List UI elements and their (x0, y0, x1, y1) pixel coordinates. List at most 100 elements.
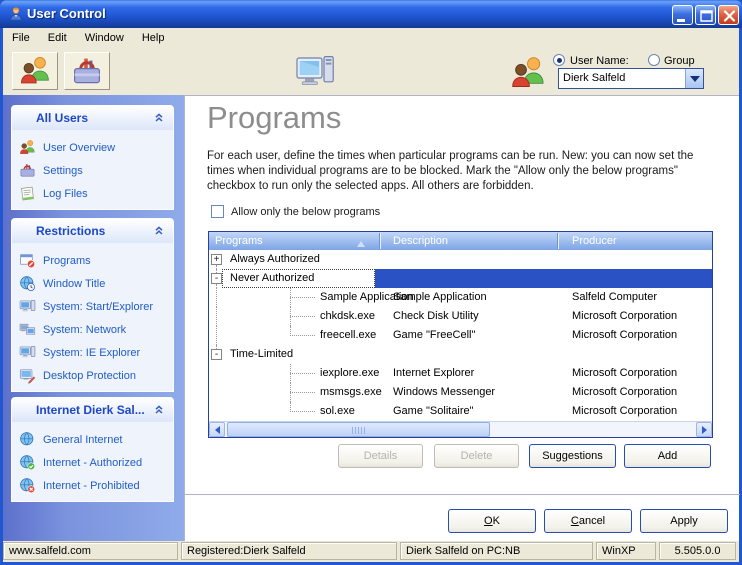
column-divider[interactable] (379, 233, 381, 249)
title-bar: User Control (0, 0, 742, 28)
status-registered: Registered:Dierk Salfeld (181, 542, 397, 560)
collapse-icon[interactable]: - (211, 273, 222, 284)
sidebar-item-log-files[interactable]: Log Files (12, 182, 173, 205)
column-header-programs[interactable]: Programs (215, 232, 263, 250)
sidebar-item-internet-prohibited[interactable]: Internet - Prohibited (12, 474, 173, 497)
page-description: For each user, define the times when par… (207, 149, 719, 194)
collapse-icon[interactable]: - (211, 349, 222, 360)
sidebar-item-internet-authorized[interactable]: Internet - Authorized (12, 451, 173, 474)
delete-button: Delete (434, 444, 519, 468)
sidebar-item-label: System: IE Explorer (43, 347, 140, 359)
toolbox-icon (70, 55, 104, 87)
table-row[interactable]: msmsgs.exeWindows MessengerMicrosoft Cor… (209, 383, 712, 402)
selection-highlight (375, 269, 712, 288)
sidebar-item-system-start-explorer[interactable]: System: Start/Explorer (12, 295, 173, 318)
scroll-left-icon[interactable] (209, 422, 225, 437)
scroll-right-icon[interactable] (696, 422, 712, 437)
user-name-radio-label[interactable]: User Name: (570, 55, 629, 67)
apply-button[interactable]: Apply (640, 509, 728, 533)
sidebar-item-window-title[interactable]: Window Title (12, 272, 173, 295)
users-toolbar-button[interactable] (12, 52, 58, 90)
group-label: Never Authorized (222, 269, 375, 288)
sidebar-item-system-network[interactable]: System: Network (12, 318, 173, 341)
table-header: Programs Description Producer (209, 232, 712, 250)
sidebar-item-label: General Internet (43, 434, 123, 446)
menubar: File Edit Window Help (3, 28, 739, 47)
user-group-icon (509, 55, 547, 91)
sidebar-panel: All Users User Overview SettingsLog Files (11, 105, 174, 210)
chevron-up-icon[interactable] (151, 405, 167, 415)
table-row[interactable]: chkdsk.exeCheck Disk UtilityMicrosoft Co… (209, 307, 712, 326)
allow-only-checkbox-label[interactable]: Allow only the below programs (231, 206, 380, 218)
close-button[interactable] (718, 5, 739, 25)
expand-icon[interactable]: + (211, 254, 222, 265)
horizontal-scrollbar[interactable] (209, 421, 712, 437)
allow-only-checkbox[interactable] (211, 205, 224, 218)
cell-producer: Microsoft Corporation (572, 402, 677, 421)
table-row[interactable]: iexplore.exeInternet ExplorerMicrosoft C… (209, 364, 712, 383)
sidebar-item-label: Internet - Prohibited (43, 480, 140, 492)
maximize-button[interactable] (695, 5, 716, 25)
cell-description: Internet Explorer (393, 364, 474, 383)
scrollbar-thumb[interactable] (227, 422, 490, 437)
window-title: User Control (27, 6, 106, 21)
logfiles-icon (19, 185, 36, 202)
cancel-button[interactable]: Cancel (544, 509, 632, 533)
sidebar-section-header[interactable]: Restrictions (12, 219, 173, 243)
minimize-button[interactable] (672, 5, 693, 25)
table-group-row[interactable]: +Always Authorized (209, 250, 712, 269)
sidebar-section-title: Restrictions (12, 224, 151, 238)
menu-edit[interactable]: Edit (39, 32, 76, 44)
sidebar-item-user-overview[interactable]: User Overview (12, 136, 173, 159)
sidebar-panel: RestrictionsProgramsWindow TitleSystem: … (11, 218, 174, 392)
chevron-down-icon[interactable] (685, 69, 703, 88)
suggestions-button[interactable]: Suggestions (529, 444, 616, 468)
table-group-row[interactable]: -Never Authorized (209, 269, 712, 288)
group-label: Time-Limited (230, 345, 293, 364)
column-header-description[interactable]: Description (393, 232, 448, 250)
toolbox-icon (19, 162, 36, 179)
globe-x-icon (19, 477, 36, 494)
user-name-radio[interactable] (553, 54, 565, 66)
sidebar-item-settings[interactable]: Settings (12, 159, 173, 182)
main-content: Programs For each user, define the times… (184, 95, 739, 541)
settings-toolbar-button[interactable] (64, 52, 110, 90)
column-header-producer[interactable]: Producer (572, 232, 617, 250)
status-user-pc: Dierk Salfeld on PC:NB (400, 542, 593, 560)
table-group-row[interactable]: -Time-Limited (209, 345, 712, 364)
menu-window[interactable]: Window (76, 32, 133, 44)
system-icon (19, 344, 36, 361)
users-icon (18, 55, 52, 87)
menu-help[interactable]: Help (133, 32, 174, 44)
table-row[interactable]: freecell.exeGame "FreeCell"Microsoft Cor… (209, 326, 712, 345)
sidebar-item-system-ie-explorer[interactable]: System: IE Explorer (12, 341, 173, 364)
status-os: WinXP (596, 542, 656, 560)
add-button[interactable]: Add (624, 444, 711, 468)
cell-program: freecell.exe (320, 326, 376, 345)
sidebar-item-programs[interactable]: Programs (12, 249, 173, 272)
cell-program: sol.exe (320, 402, 355, 421)
user-select[interactable]: Dierk Salfeld (558, 68, 704, 89)
cell-description: Game "Solitaire" (393, 402, 474, 421)
sidebar-section-header[interactable]: All Users (12, 106, 173, 130)
table-row[interactable]: Sample ApplicationSample ApplicationSalf… (209, 288, 712, 307)
chevron-up-icon[interactable] (151, 226, 167, 236)
cell-program: chkdsk.exe (320, 307, 375, 326)
table-row[interactable]: sol.exe Game "Solitaire" Microsoft Corpora… (209, 402, 712, 421)
globe-icon (19, 431, 36, 448)
scrollbar-grip (352, 427, 366, 434)
sidebar-item-desktop-protection[interactable]: Desktop Protection (12, 364, 173, 387)
column-divider[interactable] (557, 233, 559, 249)
chevron-up-icon[interactable] (151, 113, 167, 123)
sidebar-section-header[interactable]: Internet Dierk Sal... (12, 398, 173, 422)
menu-file[interactable]: File (3, 32, 39, 44)
programs-icon (19, 252, 36, 269)
group-radio-label[interactable]: Group (664, 55, 695, 67)
ok-button[interactable]: OK (448, 509, 536, 533)
cell-producer: Salfeld Computer (572, 288, 657, 307)
sidebar-item-label: User Overview (43, 142, 115, 154)
group-radio[interactable] (648, 54, 660, 66)
status-version: 5.505.0.0 (659, 542, 736, 560)
sidebar-item-general-internet[interactable]: General Internet (12, 428, 173, 451)
details-button: Details (338, 444, 423, 468)
